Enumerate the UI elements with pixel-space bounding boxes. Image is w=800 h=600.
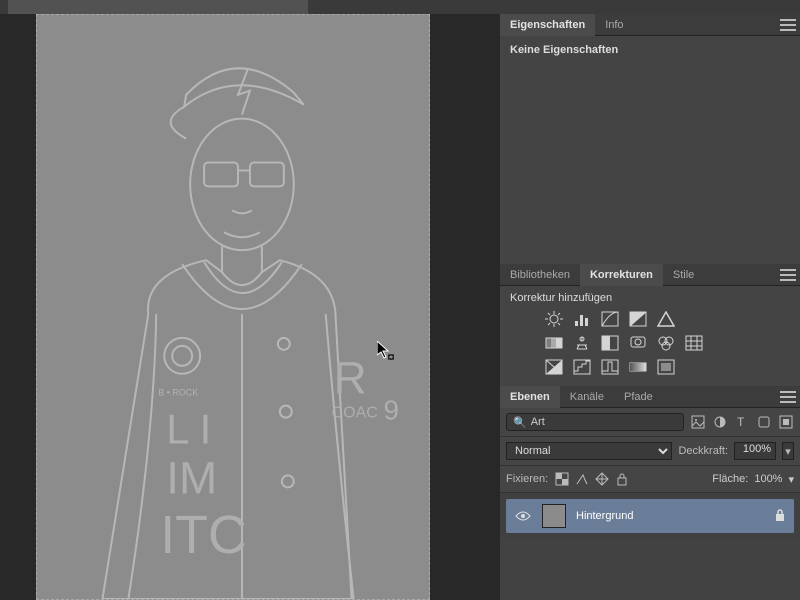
channel-mixer-icon[interactable] <box>656 334 676 352</box>
black-white-icon[interactable] <box>600 334 620 352</box>
layers-panel-tabs: Ebenen Kanäle Pfade <box>500 386 800 408</box>
layer-filter-type-label: Art <box>531 416 545 428</box>
invert-icon[interactable] <box>544 358 564 376</box>
layer-filter-search[interactable]: 🔍 Art <box>506 413 684 431</box>
add-adjustment-label: Korrektur hinzufügen <box>510 292 790 304</box>
layers-panel-body: 🔍 Art T Normal Deckkraft: 100% ▾ Fixiere… <box>500 408 800 539</box>
lock-position-icon[interactable] <box>594 471 610 487</box>
svg-text:9: 9 <box>383 395 399 426</box>
hue-saturation-icon[interactable] <box>544 334 564 352</box>
brightness-contrast-icon[interactable] <box>544 310 564 328</box>
filter-pixel-icon[interactable] <box>690 414 706 430</box>
lock-image-icon[interactable] <box>574 471 590 487</box>
visibility-eye-icon[interactable] <box>514 510 532 522</box>
svg-text:T: T <box>737 415 745 429</box>
lock-label: Fixieren: <box>506 473 548 485</box>
posterize-icon[interactable] <box>572 358 592 376</box>
color-balance-icon[interactable] <box>572 334 592 352</box>
layer-row[interactable]: Hintergrund <box>506 499 794 533</box>
fill-label: Fläche: <box>712 473 748 485</box>
blend-mode-select[interactable]: Normal <box>506 442 672 460</box>
layer-list: Hintergrund <box>500 493 800 539</box>
lock-transparent-icon[interactable] <box>554 471 570 487</box>
tab-libraries[interactable]: Bibliotheken <box>500 264 580 286</box>
svg-text:B • ROCK: B • ROCK <box>158 388 198 398</box>
selective-color-icon[interactable] <box>656 358 676 376</box>
svg-text:IM: IM <box>166 452 217 503</box>
tab-layers[interactable]: Ebenen <box>500 386 560 408</box>
tab-info[interactable]: Info <box>595 14 633 36</box>
lock-icon <box>774 508 786 525</box>
no-properties-label: Keine Eigenschaften <box>510 44 790 56</box>
color-lookup-icon[interactable] <box>684 334 704 352</box>
document-tab-strip <box>0 0 800 14</box>
tab-properties[interactable]: Eigenschaften <box>500 14 595 36</box>
filter-shape-icon[interactable] <box>756 414 772 430</box>
fill-value[interactable]: 100% <box>754 473 782 485</box>
opacity-stepper[interactable]: ▾ <box>782 442 794 460</box>
exposure-icon[interactable] <box>628 310 648 328</box>
adjustments-panel-body: Korrektur hinzufügen <box>500 286 800 386</box>
svg-text:ITC: ITC <box>160 505 247 565</box>
filter-type-icon[interactable]: T <box>734 414 750 430</box>
tab-styles[interactable]: Stile <box>663 264 704 286</box>
properties-panel-tabs: Eigenschaften Info <box>500 14 800 36</box>
panel-menu-icon[interactable] <box>780 19 796 31</box>
layer-thumbnail[interactable] <box>542 504 566 528</box>
adjustments-panel-tabs: Bibliotheken Korrekturen Stile <box>500 264 800 286</box>
gradient-map-icon[interactable] <box>628 358 648 376</box>
filter-adjustment-icon[interactable] <box>712 414 728 430</box>
tab-paths[interactable]: Pfade <box>614 386 663 408</box>
layer-name[interactable]: Hintergrund <box>576 510 764 522</box>
svg-text:COAC: COAC <box>332 405 378 422</box>
canvas-area: B • ROCK R COAC 9 L I IM ITC <box>0 14 500 600</box>
svg-text:L I: L I <box>166 406 211 453</box>
opacity-value[interactable]: 100% <box>734 442 776 460</box>
vibrance-icon[interactable] <box>656 310 676 328</box>
levels-icon[interactable] <box>572 310 592 328</box>
lock-all-icon[interactable] <box>614 471 630 487</box>
fill-stepper[interactable]: ▾ <box>788 473 794 486</box>
panel-menu-icon[interactable] <box>780 269 796 281</box>
tab-adjustments[interactable]: Korrekturen <box>580 264 663 286</box>
filter-smartobject-icon[interactable] <box>778 414 794 430</box>
panel-menu-icon[interactable] <box>780 391 796 403</box>
tab-channels[interactable]: Kanäle <box>560 386 614 408</box>
opacity-label: Deckkraft: <box>678 445 728 457</box>
curves-icon[interactable] <box>600 310 620 328</box>
photo-filter-icon[interactable] <box>628 334 648 352</box>
canvas-document[interactable]: B • ROCK R COAC 9 L I IM ITC <box>36 14 430 600</box>
properties-panel-body: Keine Eigenschaften <box>500 36 800 264</box>
document-tab[interactable] <box>8 0 308 14</box>
svg-text:R: R <box>334 353 367 404</box>
threshold-icon[interactable] <box>600 358 620 376</box>
search-icon: 🔍 <box>513 416 527 429</box>
